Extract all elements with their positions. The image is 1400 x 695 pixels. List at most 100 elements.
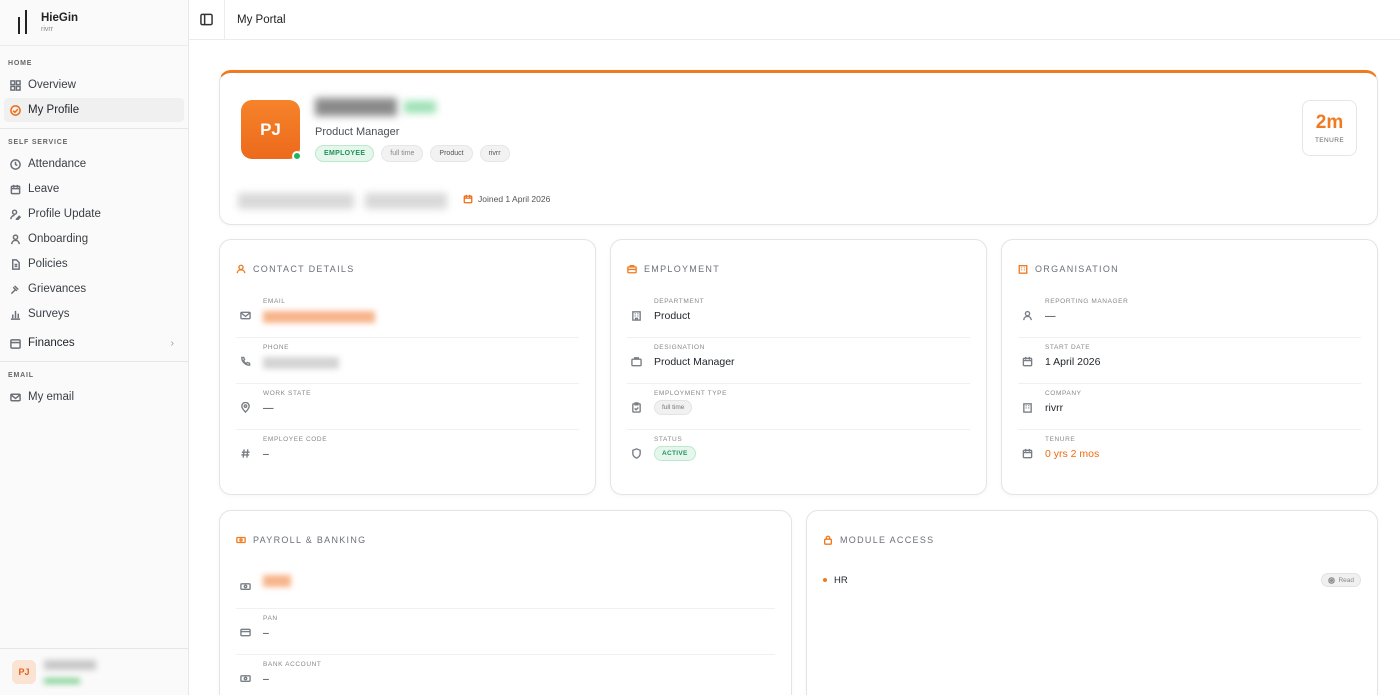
sidebar-toggle-button[interactable] <box>189 0 225 40</box>
payroll-banking-card: PAYROLL & BANKING PAN – BANK ACCOUNT – <box>219 510 792 695</box>
company-field: COMPANY rivrr <box>1018 384 1361 430</box>
redacted-salary <box>263 575 291 587</box>
sidebar-item-label: Attendance <box>28 158 87 170</box>
tenure-value: 2m <box>1315 111 1344 133</box>
tenure-label: TENURE <box>1314 136 1345 144</box>
user-plus-icon <box>11 233 20 244</box>
sidebar-item-policies[interactable]: Policies <box>4 252 184 276</box>
sidebar-item-attendance[interactable]: Attendance <box>4 152 184 176</box>
redacted-user-name <box>44 660 96 670</box>
sidebar-item-label: Leave <box>28 183 60 195</box>
bullet-dot <box>823 578 827 582</box>
section-title: EMPLOYMENT <box>627 264 720 274</box>
sidebar-item-label: Overview <box>28 79 76 91</box>
eye-icon <box>1328 576 1336 584</box>
divider <box>0 361 188 362</box>
email-field: EMAIL <box>236 292 579 338</box>
section-title: CONTACT DETAILS <box>236 264 355 274</box>
sidebar-item-grievances[interactable]: Grievances <box>4 277 184 301</box>
online-status-dot <box>292 151 302 161</box>
redacted-phone <box>263 357 339 369</box>
redacted-profile-email <box>238 193 354 209</box>
banknote-icon <box>236 536 246 544</box>
tenure-box: 2m TENURE <box>1302 100 1357 156</box>
sidebar-item-label: My email <box>28 391 75 403</box>
grid-icon <box>10 79 21 91</box>
sidebar-item-my-profile[interactable]: My Profile <box>4 98 184 122</box>
clock-icon <box>10 158 21 170</box>
sidebar-item-my-email[interactable]: My email <box>4 385 184 409</box>
phone-icon <box>241 356 251 366</box>
employee-badge: EMPLOYEE <box>315 145 375 162</box>
location-pin-icon <box>241 401 250 414</box>
calendar-icon <box>1022 448 1033 459</box>
contact-details-card: CONTACT DETAILS EMAIL PHONE WORK STATE —… <box>219 239 596 495</box>
sidebar-item-profile-update[interactable]: Profile Update <box>4 202 184 226</box>
card-icon <box>240 628 251 637</box>
profile-avatar: PJ <box>241 100 300 159</box>
document-icon <box>12 258 20 270</box>
employment-type-pill: full time <box>654 400 693 415</box>
sidebar-item-label: My Profile <box>28 104 80 116</box>
sidebar-item-finances[interactable]: Finances › <box>4 331 184 355</box>
sidebar-item-label: Profile Update <box>28 208 101 220</box>
main-content: My Portal PJ Product Manager EMPLOYEE fu… <box>189 0 1400 695</box>
shield-icon <box>632 448 641 459</box>
wallet-icon <box>10 338 21 349</box>
sidebar-item-label: Finances <box>28 337 75 349</box>
banknote-icon <box>240 583 251 590</box>
calendar-icon <box>1022 356 1033 367</box>
profile-role: Product Manager <box>315 126 400 138</box>
sidebar-item-leave[interactable]: Leave <box>4 177 184 201</box>
mail-icon <box>10 393 21 401</box>
section-title: MODULE ACCESS <box>823 535 934 545</box>
profile-chips: EMPLOYEE full time Product rivrr <box>315 145 510 162</box>
topbar: My Portal <box>189 0 1400 40</box>
employee-code-field: EMPLOYEE CODE – <box>236 430 579 476</box>
sidebar-item-label: Policies <box>28 258 68 270</box>
brand-sub: rivrr <box>41 25 54 33</box>
sidebar-item-onboarding[interactable]: Onboarding <box>4 227 184 251</box>
brand-name: HieGin <box>41 11 79 24</box>
sidebar-item-surveys[interactable]: Surveys <box>4 302 184 326</box>
sidebar-item-label: Grievances <box>28 283 87 295</box>
module-name: HR <box>834 574 848 586</box>
page-title: My Portal <box>237 13 286 26</box>
employment-type-chip: full time <box>381 145 424 162</box>
profile-card: PJ Product Manager EMPLOYEE full time Pr… <box>219 70 1378 225</box>
start-date-field: START DATE 1 April 2026 <box>1018 338 1361 384</box>
building-icon <box>632 311 641 321</box>
designation-field: DESIGNATION Product Manager <box>627 338 970 384</box>
bar-chart-icon <box>10 310 21 320</box>
sidebar-item-label: Surveys <box>28 308 70 320</box>
employment-type-field: EMPLOYMENT TYPE full time <box>627 384 970 430</box>
section-label-home: HOME <box>8 60 33 67</box>
section-title: ORGANISATION <box>1018 264 1119 274</box>
divider <box>0 128 188 129</box>
section-title: PAYROLL & BANKING <box>236 535 366 545</box>
joined-date: Joined 1 April 2026 <box>463 194 550 204</box>
user-icon <box>236 264 246 274</box>
sidebar-item-overview[interactable]: Overview <box>4 73 184 97</box>
company-chip: rivrr <box>479 145 510 162</box>
redacted-email <box>263 311 375 323</box>
employment-card: EMPLOYMENT DEPARTMENT Product DESIGNATIO… <box>610 239 987 495</box>
section-label-email: EMAIL <box>8 372 34 379</box>
building-icon <box>1023 403 1032 413</box>
brand: HieGin rivrr <box>0 0 188 46</box>
user-menu[interactable]: PJ <box>0 648 188 695</box>
calendar-icon <box>10 184 21 194</box>
sidebar: HieGin rivrr HOME Overview My Profile SE… <box>0 0 189 695</box>
clipboard-icon <box>632 402 641 413</box>
redacted-user-badge <box>44 678 80 684</box>
section-label-self-service: SELF SERVICE <box>8 139 69 146</box>
building-icon <box>1018 265 1028 274</box>
redacted-profile-phone <box>365 193 447 209</box>
status-field: STATUS ACTIVE <box>627 430 970 476</box>
avatar: PJ <box>12 660 36 684</box>
work-state-field: WORK STATE — <box>236 384 579 430</box>
permission-badge: Read <box>1321 573 1361 587</box>
organisation-card: ORGANISATION REPORTING MANAGER — START D… <box>1001 239 1378 495</box>
joined-date-text: Joined 1 April 2026 <box>478 194 551 204</box>
user-circle-icon <box>10 104 21 116</box>
